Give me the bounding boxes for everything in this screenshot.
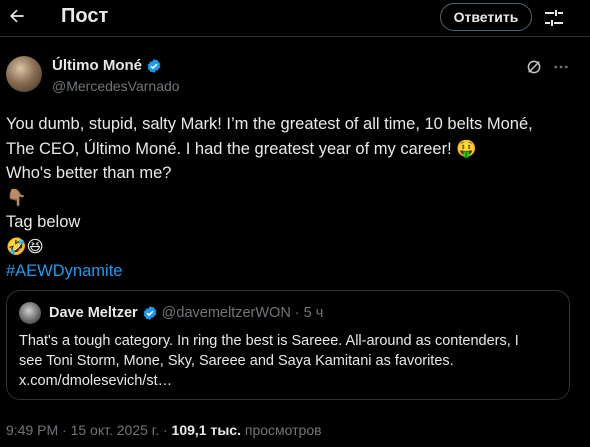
post-line: Tag below — [6, 213, 81, 231]
reply-button[interactable]: Ответить — [440, 3, 532, 31]
back-arrow-icon[interactable] — [4, 3, 30, 29]
author-avatar[interactable] — [6, 56, 42, 92]
quote-link[interactable]: x.com/dmolesevich/st… — [19, 371, 559, 391]
meta-separator: · — [162, 422, 168, 438]
quoted-post[interactable]: Dave Meltzer @davemeltzerWON · 5 ч That'… — [6, 290, 570, 400]
post-line: Who's better than me? — [6, 164, 172, 182]
quote-author-name: Dave Meltzer — [49, 305, 138, 321]
post-time[interactable]: 9:49 PM — [6, 422, 58, 438]
grok-icon[interactable] — [525, 58, 543, 76]
views-count: 109,1 тыс. — [171, 422, 241, 438]
post-line: You dumb, stupid, salty Mark! I’m the gr… — [6, 115, 533, 133]
quote-author-avatar — [19, 302, 41, 324]
quote-line: see Toni Storm, Mone, Sky, Sareee and Sa… — [19, 353, 454, 369]
page-title: Пост — [61, 5, 109, 27]
author-handle[interactable]: @MercedesVarnado — [52, 78, 180, 94]
post-line: The CEO, Último Moné. I had the greatest… — [6, 139, 477, 158]
quote-text: That's a tough category. In ring the bes… — [19, 331, 559, 391]
post-line: 👇🏽 — [6, 188, 27, 207]
quote-author-handle: @davemeltzerWON — [161, 305, 291, 321]
sliders-icon[interactable] — [542, 6, 566, 30]
verified-badge-icon — [147, 58, 161, 73]
author-name[interactable]: Último Moné — [52, 57, 142, 74]
author-name-row[interactable]: Último Moné — [52, 57, 162, 74]
quote-header: Dave Meltzer @davemeltzerWON · 5 ч — [49, 305, 323, 321]
post-text: You dumb, stupid, salty Mark! I’m the gr… — [6, 112, 581, 284]
views-label: просмотров — [244, 422, 322, 438]
header-divider — [0, 36, 590, 37]
quote-separator: · — [294, 305, 300, 321]
top-bar: Пост Ответить — [0, 0, 590, 36]
verified-badge-icon — [143, 306, 156, 320]
quote-line: That's a tough category. In ring the bes… — [19, 333, 519, 349]
post-line: 🤣😆 — [6, 237, 44, 256]
meta-separator: · — [62, 422, 67, 438]
quote-age: 5 ч — [303, 305, 324, 321]
post-date[interactable]: 15 окт. 2025 г. — [71, 422, 160, 438]
post-meta: 9:49 PM · 15 окт. 2025 г. · 109,1 тыс. п… — [6, 422, 322, 438]
more-options-icon[interactable] — [552, 58, 570, 76]
hashtag-link[interactable]: #AEWDynamite — [6, 259, 581, 284]
